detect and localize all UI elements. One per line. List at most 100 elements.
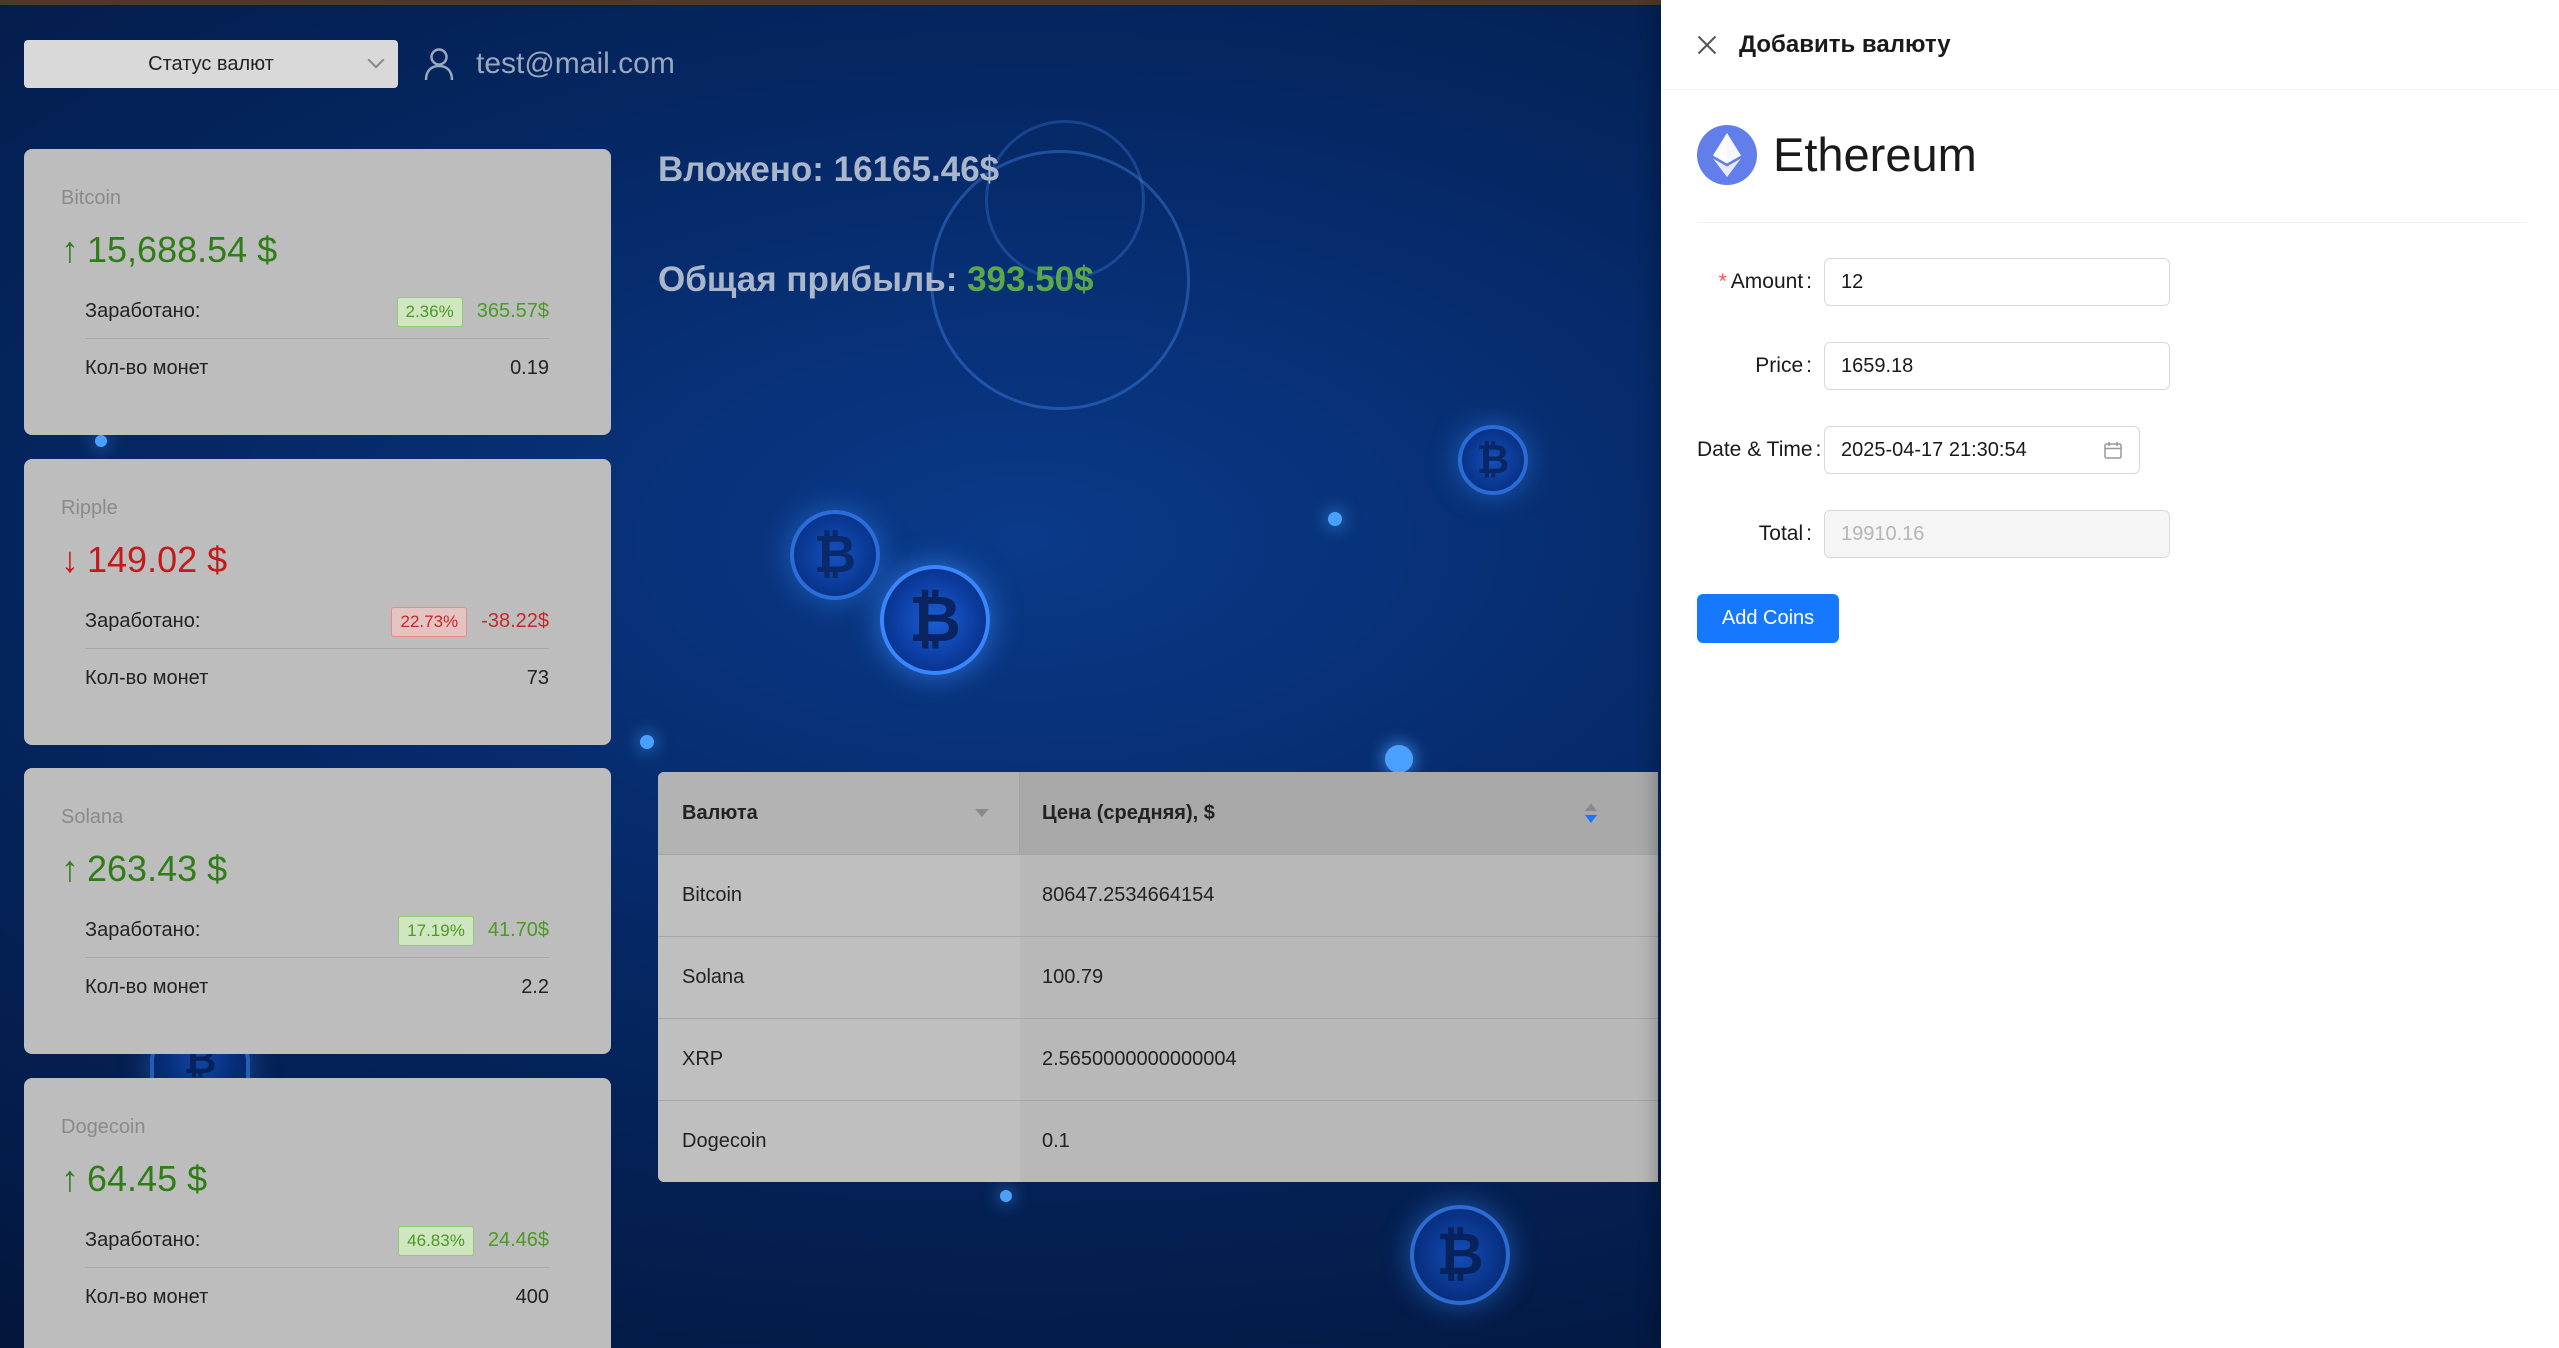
datetime-label: Date & Time:	[1697, 438, 1824, 462]
coins-row: Кол-во монет 73	[85, 651, 549, 705]
datetime-label-text: Date & Time	[1697, 438, 1813, 461]
glow-dot	[1385, 745, 1413, 773]
add-coin-form: * Amount: 12 Price: 1659.18 Date & Time: …	[1697, 258, 2170, 594]
bitcoin-deco-icon: ₿	[790, 510, 880, 600]
earned-label: Заработано:	[85, 919, 201, 941]
coins-row: Кол-во монет 0.19	[85, 341, 549, 395]
colon: :	[1806, 270, 1812, 293]
percent-badge: 46.83%	[398, 1225, 474, 1256]
colon: :	[1806, 354, 1812, 377]
total-input: 19910.16	[1824, 510, 2170, 558]
total-profit-label: Общая прибыль:	[658, 260, 968, 299]
datetime-picker[interactable]: 2025-04-17 21:30:54	[1824, 426, 2140, 474]
coins-label: Кол-во монет	[85, 666, 209, 689]
user-info: test@mail.com	[424, 47, 675, 81]
cell-price: 2.5650000000000004	[1020, 1019, 1658, 1100]
cell-currency: Bitcoin	[682, 884, 743, 906]
coins-label: Кол-во монет	[85, 356, 209, 379]
form-row-amount: * Amount: 12	[1697, 258, 2170, 306]
column-header-currency[interactable]: Валюта	[658, 772, 1020, 854]
earned-row: Заработано: 2.36% 365.57$	[85, 285, 549, 339]
cell-currency: Dogecoin	[682, 1130, 767, 1152]
column-header-label: Цена (средняя), $	[1042, 801, 1215, 824]
cell-price: 100.79	[1020, 937, 1658, 1018]
table-header: Валюта Цена (средняя), $	[658, 772, 1658, 854]
coin-card-name: Solana	[61, 806, 124, 828]
earned-value: 41.70$	[487, 919, 549, 941]
colon: :	[1815, 438, 1822, 461]
selected-coin: Ethereum	[1697, 125, 2527, 223]
amount-label-text: Amount	[1730, 270, 1804, 293]
coin-card-price: ↑ 263.43 $	[61, 848, 227, 890]
percent-badge: 2.36%	[396, 296, 463, 327]
earned-label: Заработано:	[85, 1229, 201, 1251]
column-header-label: Валюта	[682, 801, 758, 824]
datetime-value: 2025-04-17 21:30:54	[1841, 438, 2027, 461]
coins-value: 0.19	[510, 356, 549, 379]
earned-row: Заработано: 46.83% 24.46$	[85, 1214, 549, 1268]
coin-card-price-value: 15,688.54 $	[87, 229, 278, 270]
amount-input[interactable]: 12	[1824, 258, 2170, 306]
chevron-down-icon	[367, 51, 385, 69]
cell-currency: Solana	[682, 966, 745, 988]
table-row[interactable]: Bitcoin 80647.2534664154	[658, 854, 1658, 936]
arrow-up-icon: ↑	[61, 1158, 79, 1199]
filter-icon[interactable]	[975, 809, 989, 817]
coin-card-price-value: 64.45 $	[87, 1158, 208, 1199]
calendar-icon[interactable]	[2103, 440, 2123, 460]
drawer-title: Добавить валюту	[1739, 30, 1951, 58]
total-profit-value: 393.50$	[967, 260, 1094, 299]
coins-label: Кол-во монет	[85, 975, 209, 998]
cell-price: 0.1	[1020, 1101, 1658, 1182]
coin-card-price-value: 263.43 $	[87, 848, 228, 889]
earned-row: Заработано: 17.19% 41.70$	[85, 904, 549, 958]
total-label: Total:	[1697, 522, 1824, 546]
coins-label: Кол-во монет	[85, 1285, 209, 1308]
arrow-down-icon: ↓	[61, 539, 79, 580]
cell-currency: XRP	[682, 1048, 724, 1070]
price-input[interactable]: 1659.18	[1824, 342, 2170, 390]
earned-value: 24.46$	[487, 1229, 549, 1251]
arrow-up-icon: ↑	[61, 229, 79, 270]
bitcoin-deco-icon: ₿	[880, 565, 990, 675]
portfolio-table: Валюта Цена (средняя), $ Bitcoin 80647.2…	[658, 772, 1658, 1182]
glow-dot	[1328, 512, 1342, 526]
drawer-header: Добавить валюту	[1661, 0, 2559, 90]
table-row[interactable]: Dogecoin 0.1	[658, 1100, 1658, 1182]
sort-icon[interactable]	[1584, 802, 1598, 824]
total-profit: Общая прибыль: 393.50$	[658, 260, 1094, 300]
table-row[interactable]: XRP 2.5650000000000004	[658, 1018, 1658, 1100]
coin-name: Ethereum	[1773, 128, 1977, 181]
price-label: Price:	[1697, 354, 1824, 378]
price-label-text: Price	[1755, 354, 1804, 377]
coins-row: Кол-во монет 2.2	[85, 960, 549, 1014]
glow-dot	[640, 735, 654, 749]
coin-card-name: Ripple	[61, 497, 118, 519]
total-label-text: Total	[1758, 522, 1804, 545]
earned-label: Заработано:	[85, 610, 201, 632]
table-row[interactable]: Solana 100.79	[658, 936, 1658, 1018]
coin-card-price-value: 149.02 $	[87, 539, 228, 580]
form-row-datetime: Date & Time: 2025-04-17 21:30:54	[1697, 426, 2170, 474]
coin-card-ripple: Ripple ↓ 149.02 $ Заработано: 22.73% -38.2…	[24, 459, 611, 745]
bitcoin-deco-icon: ₿	[1458, 425, 1528, 495]
user-email: test@mail.com	[476, 47, 675, 80]
form-row-price: Price: 1659.18	[1697, 342, 2170, 390]
add-coins-button[interactable]: Add Coins	[1697, 594, 1839, 643]
coin-card-name: Bitcoin	[61, 187, 122, 209]
coin-card-solana: Solana ↑ 263.43 $ Заработано: 17.19% 41.70…	[24, 768, 611, 1054]
earned-value: 365.57$	[476, 300, 549, 322]
earned-row: Заработано: 22.73% -38.22$	[85, 595, 549, 649]
column-header-price[interactable]: Цена (средняя), $	[1020, 772, 1658, 854]
coins-value: 2.2	[521, 975, 549, 998]
coin-card-price: ↑ 15,688.54 $	[61, 229, 277, 271]
bitcoin-deco-icon: ₿	[1410, 1205, 1510, 1305]
coins-value: 400	[515, 1285, 549, 1308]
coin-card-price: ↓ 149.02 $	[61, 539, 227, 581]
currency-status-select[interactable]: Статус валют	[24, 40, 398, 88]
currency-status-select-label: Статус валют	[148, 52, 274, 75]
coin-card-dogecoin: Dogecoin ↑ 64.45 $ Заработано: 46.83% 24.4…	[24, 1078, 611, 1348]
close-icon[interactable]	[1697, 35, 1717, 55]
required-mark: *	[1718, 270, 1727, 293]
coin-card-bitcoin: Bitcoin ↑ 15,688.54 $ Заработано: 2.36% 36…	[24, 149, 611, 435]
